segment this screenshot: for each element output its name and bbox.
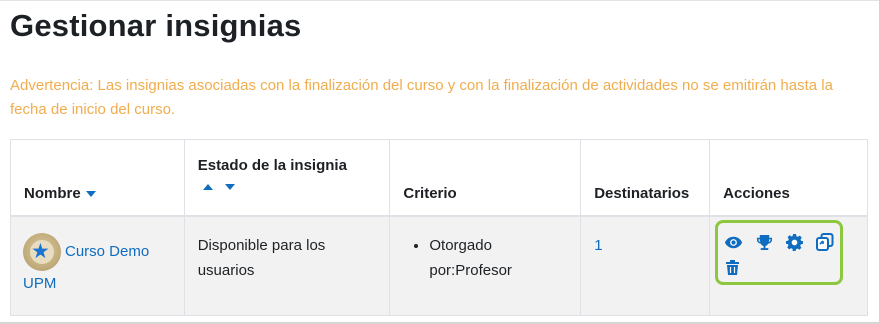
duplicate-icon[interactable] [816, 233, 834, 256]
table-header-row: Nombre Estado de la insignia Criterio De… [10, 139, 868, 217]
column-header-actions-label: Acciones [723, 184, 790, 202]
badge-status-text: Disponible para los usuarios [197, 236, 326, 279]
badge-image: ★ [23, 232, 61, 271]
warning-message: Advertencia: Las insignias asociadas con… [10, 77, 833, 118]
column-header-status: Estado de la insignia [183, 139, 391, 217]
criteria-list: Otorgado por:Profesor [403, 233, 567, 283]
badge-recipients-cell: 1 [580, 215, 711, 316]
page-title: Gestionar insignias [10, 8, 302, 43]
column-header-status-label: Estado de la insignia [197, 157, 347, 174]
badge-status-cell: Disponible para los usuarios [183, 215, 391, 316]
column-header-recipients-label: Destinatarios [594, 184, 690, 202]
column-header-actions: Acciones [709, 139, 868, 217]
badge-name-cell: ★ Curso Demo UPM [10, 215, 185, 316]
trash-icon[interactable] [725, 259, 740, 281]
sort-ascending-icon[interactable] [202, 184, 213, 191]
criteria-item: Otorgado por:Profesor [429, 233, 567, 283]
sort-descending-icon [85, 190, 96, 197]
column-header-criteria: Criterio [389, 139, 582, 217]
column-header-name[interactable]: Nombre [10, 139, 185, 217]
sort-by-name-link[interactable]: Nombre [24, 185, 96, 202]
badge-criteria-cell: Otorgado por:Profesor [389, 215, 582, 316]
sort-descending-icon[interactable] [224, 184, 235, 191]
recipients-count-link[interactable]: 1 [594, 237, 602, 254]
column-header-name-label: Nombre [24, 184, 81, 202]
column-header-criteria-label: Criterio [403, 184, 457, 202]
view-icon[interactable] [724, 235, 743, 255]
status-sort-controls [198, 182, 377, 192]
trophy-icon[interactable] [756, 234, 773, 256]
top-border [0, 0, 879, 1]
gear-icon[interactable] [786, 234, 803, 256]
star-icon: ★ [31, 239, 50, 263]
column-header-recipients: Destinatarios [580, 139, 711, 217]
